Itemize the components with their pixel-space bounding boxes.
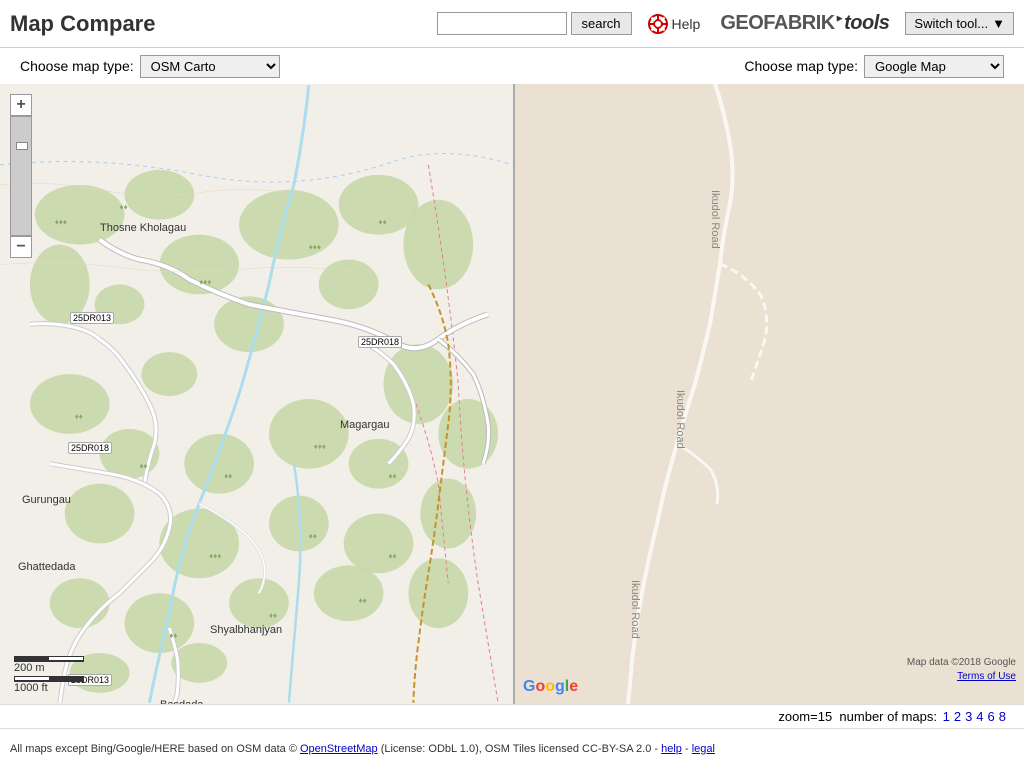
right-map-svg: [515, 84, 1024, 704]
maps-count-label: number of maps:: [839, 709, 937, 724]
status-bar: zoom=15 number of maps: 1 2 3 4 6 8: [0, 704, 1024, 728]
right-map-ikudol-road-3: Ikudol Road: [629, 580, 641, 639]
zoom-slider[interactable]: [16, 142, 28, 150]
road-badge-25dr018-2: 25DR018: [68, 442, 112, 454]
footer-help-link[interactable]: help: [661, 743, 682, 755]
road-badge-25dr018-1: 25DR018: [358, 336, 402, 348]
footer-license: (License: ODbL 1.0), OSM Tiles licensed …: [381, 743, 658, 755]
scale-1000ft-label: 1000 ft: [14, 682, 48, 694]
svg-text:♦♦: ♦♦: [224, 472, 232, 481]
footer-text: All maps except Bing/Google/HERE based o…: [10, 743, 297, 755]
zoom-level: zoom=15: [778, 709, 832, 724]
svg-text:♦♦: ♦♦: [120, 203, 128, 212]
maps-count-6[interactable]: 6: [988, 709, 995, 724]
maps-count-4[interactable]: 4: [976, 709, 983, 724]
svg-text:♦♦♦: ♦♦♦: [309, 243, 321, 252]
svg-text:♦♦: ♦♦: [309, 531, 317, 540]
svg-text:♦♦♦: ♦♦♦: [199, 277, 211, 286]
scale-200m-label: 200 m: [14, 662, 45, 674]
place-shyalbhanjyan: Shyalbhanjyan: [210, 624, 282, 636]
right-map-type-label: Choose map type:: [744, 58, 858, 74]
right-map-type-group: Choose map type: OSM Carto OSM DE OSM Fr…: [744, 55, 1004, 78]
place-thosne-kholagau: Thosne Kholagau: [100, 222, 186, 234]
svg-text:♦♦: ♦♦: [269, 611, 277, 620]
svg-text:♦♦: ♦♦: [75, 412, 83, 421]
zoom-out-button[interactable]: −: [10, 236, 32, 258]
maps-count-2[interactable]: 2: [954, 709, 961, 724]
app-title[interactable]: Map Compare: [10, 11, 155, 37]
google-logo: Google: [523, 678, 578, 696]
maps-count-1[interactable]: 1: [943, 709, 950, 724]
footer-osm-link[interactable]: OpenStreetMap: [300, 743, 378, 755]
left-map[interactable]: ♦♦♦ ♦♦ ♦♦♦ ♦♦♦ ♦♦ ♦♦ ♦♦ ♦♦ ♦♦♦ ♦♦ ♦♦♦ ♦♦…: [0, 84, 515, 704]
left-map-type-label: Choose map type:: [20, 58, 134, 74]
svg-text:♦♦: ♦♦: [139, 462, 147, 471]
place-basdada: Basdada: [160, 699, 203, 704]
svg-text:♦♦: ♦♦: [169, 631, 177, 640]
svg-text:♦♦: ♦♦: [388, 551, 396, 560]
terms-link[interactable]: Terms of Use: [957, 671, 1016, 682]
search-input[interactable]: [437, 12, 567, 35]
help-link[interactable]: Help: [648, 14, 701, 34]
right-map[interactable]: Ikudol Road Ikudol Road Ikudol Road Goog…: [515, 84, 1024, 704]
switch-tool-button[interactable]: Switch tool... ▼: [905, 12, 1014, 35]
zoom-in-button[interactable]: +: [10, 94, 32, 116]
terms-of-use: Terms of Use: [957, 671, 1016, 682]
svg-text:♦♦: ♦♦: [359, 596, 367, 605]
svg-text:♦♦♦: ♦♦♦: [209, 551, 221, 560]
maps-count-8[interactable]: 8: [999, 709, 1006, 724]
scale-bar: 200 m 1000 ft: [14, 656, 84, 694]
right-map-ikudol-road-1: Ikudol Road: [709, 190, 721, 249]
help-label: Help: [672, 16, 701, 32]
left-map-type-select[interactable]: OSM Carto OSM DE OSM France Humanitarian…: [140, 55, 280, 78]
left-map-type-group: Choose map type: OSM Carto OSM DE OSM Fr…: [20, 55, 280, 78]
footer: All maps except Bing/Google/HERE based o…: [0, 728, 1024, 768]
svg-text:♦♦: ♦♦: [388, 472, 396, 481]
place-gurungau: Gurungau: [22, 494, 71, 506]
place-magargau: Magargau: [340, 419, 390, 431]
brand-logo: GEOFABRIK►tools: [720, 12, 889, 35]
dropdown-arrow-icon: ▼: [992, 16, 1005, 31]
right-map-ikudol-road-2: Ikudol Road: [674, 390, 686, 449]
maps-count-3[interactable]: 3: [965, 709, 972, 724]
road-badge-25dr013-1: 25DR013: [70, 312, 114, 324]
right-map-type-select[interactable]: OSM Carto OSM DE OSM France Humanitarian…: [864, 55, 1004, 78]
svg-text:♦♦: ♦♦: [379, 218, 387, 227]
help-icon: [648, 14, 668, 34]
map-data-credit: Map data ©2018 Google: [907, 657, 1016, 668]
zoom-controls: + −: [10, 94, 32, 258]
place-ghattedada: Ghattedada: [18, 561, 76, 573]
footer-legal-link[interactable]: legal: [692, 743, 715, 755]
svg-text:♦♦♦: ♦♦♦: [314, 442, 326, 451]
left-map-svg: ♦♦♦ ♦♦ ♦♦♦ ♦♦♦ ♦♦ ♦♦ ♦♦ ♦♦ ♦♦♦ ♦♦ ♦♦♦ ♦♦…: [0, 84, 513, 704]
footer-sep: -: [685, 743, 689, 755]
svg-text:♦♦♦: ♦♦♦: [55, 218, 67, 227]
search-button[interactable]: search: [571, 12, 632, 35]
